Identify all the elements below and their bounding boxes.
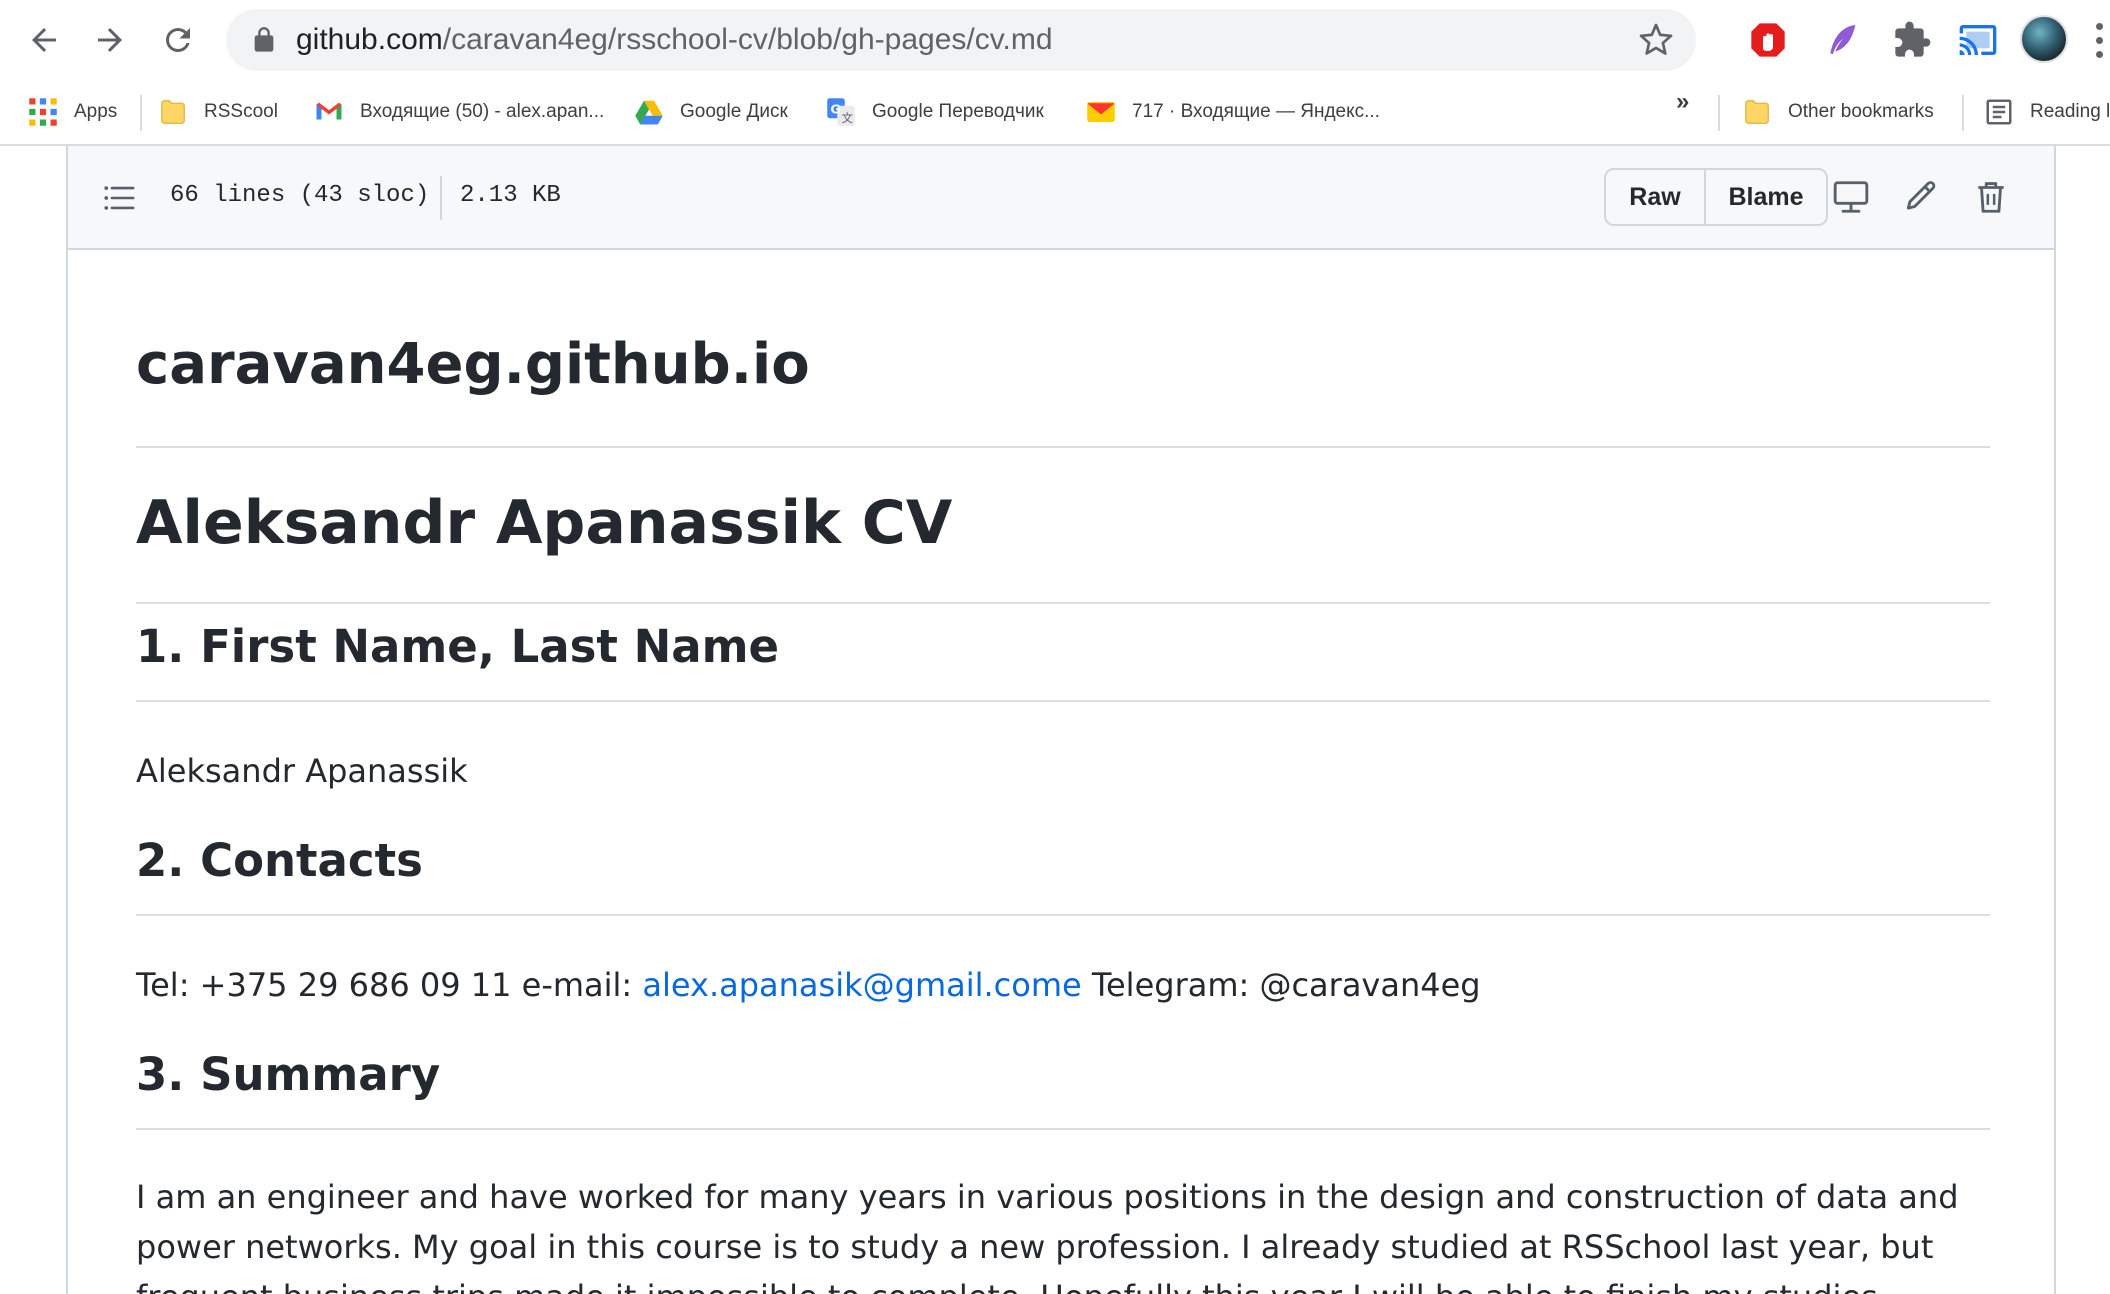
bookmark-yandex-mail[interactable]: 717 · Входящие — Яндекс... xyxy=(1086,92,1380,132)
cast-icon[interactable] xyxy=(1956,18,2000,62)
profile-avatar[interactable] xyxy=(2020,15,2068,63)
google-drive-icon xyxy=(635,100,663,125)
outline-list-icon[interactable] xyxy=(102,181,136,215)
section-heading-name: 1. First Name, Last Name xyxy=(136,620,1990,702)
section-heading-summary: 3. Summary xyxy=(136,1048,1990,1130)
bookmark-divider xyxy=(140,95,142,131)
reading-list[interactable]: Reading l xyxy=(1984,92,2110,132)
svg-text:G: G xyxy=(830,101,840,116)
contacts-prefix: Tel: +375 29 686 09 11 e-mail: xyxy=(136,966,643,1004)
bookmark-label: 717 · Входящие — Яндекс... xyxy=(1132,101,1380,122)
reload-button[interactable] xyxy=(148,10,208,70)
forward-button[interactable] xyxy=(80,10,140,70)
raw-blame-group: Raw Blame xyxy=(1604,168,1828,226)
folder-icon xyxy=(161,100,185,124)
arrow-right-icon xyxy=(98,28,122,52)
yandex-mail-icon xyxy=(1087,102,1115,122)
adblock-extension-icon[interactable] xyxy=(1746,18,1790,62)
site-title: caravan4eg.github.io xyxy=(136,322,1990,448)
name-text: Aleksandr Apanassik xyxy=(136,752,468,790)
bookmarks-bar: Apps RSScool Входящие (50) - alex.apan..… xyxy=(0,80,2110,146)
bookmark-google-translate[interactable]: G文 Google Переводчик xyxy=(826,92,1044,132)
other-bookmarks[interactable]: Other bookmarks xyxy=(1742,92,1934,132)
feather-extension-icon[interactable] xyxy=(1820,18,1864,62)
svg-text:文: 文 xyxy=(842,111,853,125)
bookmark-label: Other bookmarks xyxy=(1788,101,1934,122)
section-heading-contacts: 2. Contacts xyxy=(136,834,1990,916)
folder-icon xyxy=(1745,100,1769,124)
contacts-suffix: Telegram: @caravan4eg xyxy=(1081,966,1481,1004)
reload-icon xyxy=(165,27,190,52)
bookmark-gmail[interactable]: Входящие (50) - alex.apan... xyxy=(314,92,604,132)
bookmark-rsscool[interactable]: RSScool xyxy=(158,92,278,132)
cv-title: Aleksandr Apanassik CV xyxy=(136,478,1990,604)
browser-menu-icon[interactable] xyxy=(2094,20,2110,60)
trash-icon[interactable] xyxy=(1972,178,2010,216)
bookmark-label: RSScool xyxy=(204,101,278,122)
browser-toolbar: github.com/caravan4eg/rsschool-cv/blob/g… xyxy=(0,0,2110,80)
file-view: 66 lines (43 sloc) 2.13 KB Raw Blame car… xyxy=(66,146,2056,1294)
more-bookmarks-chevron[interactable]: » xyxy=(1676,88,1689,116)
url-host: github.com xyxy=(296,23,443,56)
google-translate-icon: G文 xyxy=(827,98,855,126)
bookmark-label: Google Переводчик xyxy=(872,101,1044,122)
bookmark-label: Reading l xyxy=(2030,101,2110,122)
bookmark-divider xyxy=(1718,95,1720,131)
address-bar[interactable]: github.com/caravan4eg/rsschool-cv/blob/g… xyxy=(226,9,1696,71)
url-text: github.com/caravan4eg/rsschool-cv/blob/g… xyxy=(296,23,1053,57)
gmail-icon xyxy=(316,102,342,120)
bookmark-label: Google Диск xyxy=(680,101,788,122)
contacts-text: Tel: +375 29 686 09 11 e-mail: alex.apan… xyxy=(136,960,1990,1010)
bookmark-apps[interactable]: Apps xyxy=(28,92,117,132)
file-lines-info: 66 lines (43 sloc) xyxy=(170,182,430,209)
header-divider xyxy=(440,176,442,220)
summary-text: I am an engineer and have worked for man… xyxy=(136,1178,1959,1294)
file-size: 2.13 KB xyxy=(460,182,561,209)
raw-button[interactable]: Raw xyxy=(1606,170,1704,224)
bookmark-divider xyxy=(1962,95,1964,131)
reading-list-icon xyxy=(1986,99,2012,125)
bookmark-star-icon[interactable] xyxy=(1638,22,1674,58)
file-header: 66 lines (43 sloc) 2.13 KB Raw Blame xyxy=(68,146,2054,250)
blame-button[interactable]: Blame xyxy=(1704,170,1826,224)
apps-grid-icon xyxy=(29,98,57,126)
url-path: /caravan4eg/rsschool-cv/blob/gh-pages/cv… xyxy=(442,23,1053,56)
bookmark-google-drive[interactable]: Google Диск xyxy=(634,92,788,132)
bookmark-label: Входящие (50) - alex.apan... xyxy=(360,101,605,122)
pencil-icon[interactable] xyxy=(1902,178,1940,216)
lock-icon xyxy=(254,27,274,52)
arrow-left-icon xyxy=(32,28,56,52)
extensions-puzzle-icon[interactable] xyxy=(1890,18,1934,62)
back-button[interactable] xyxy=(14,10,74,70)
email-link[interactable]: alex.apanasik@gmail.come xyxy=(642,966,1081,1004)
bookmark-label: Apps xyxy=(74,101,118,122)
desktop-icon[interactable] xyxy=(1832,178,1870,216)
